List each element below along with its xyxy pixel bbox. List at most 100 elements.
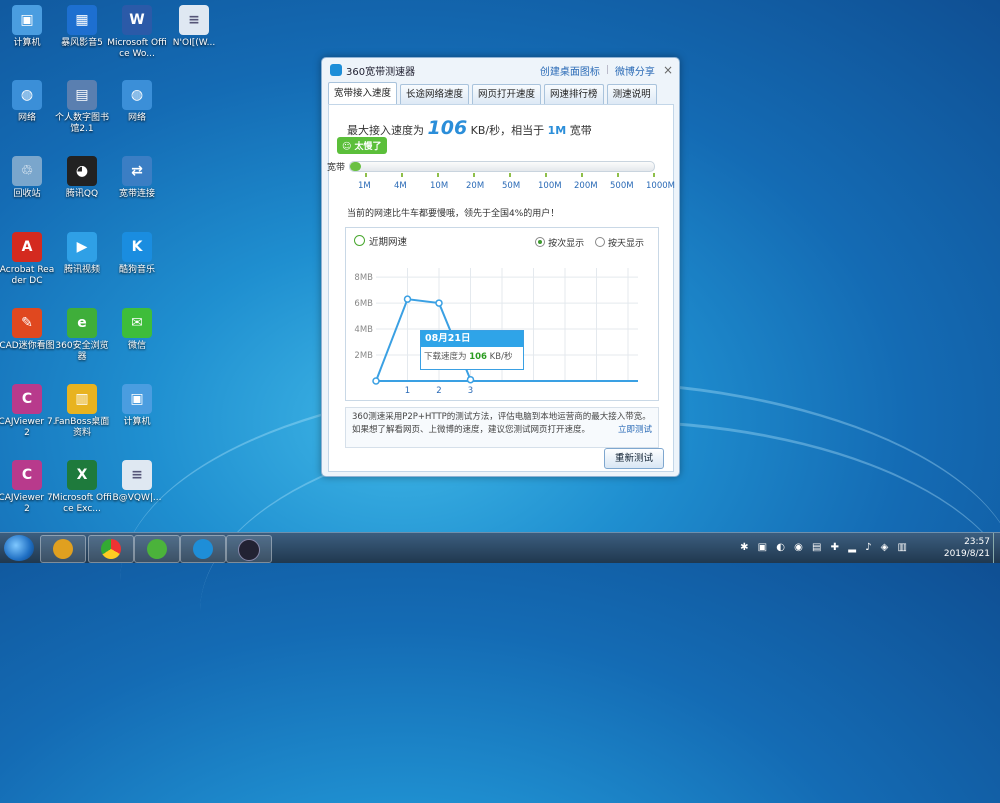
- start-button[interactable]: [4, 535, 34, 561]
- desktop-icon[interactable]: ✉ 微信: [107, 308, 167, 352]
- desktop-icon[interactable]: e 360安全浏览器: [52, 308, 112, 363]
- taskbar-app-player[interactable]: [226, 535, 272, 563]
- equiv-suffix: 宽带: [569, 124, 592, 137]
- desktop-icon[interactable]: C CAJViewer 7.2: [0, 384, 57, 439]
- desktop-icon[interactable]: A Acrobat Reader DC: [0, 232, 57, 287]
- scale-tick: [545, 173, 547, 177]
- create-shortcut-link[interactable]: 创建桌面图标: [540, 63, 600, 78]
- retest-button[interactable]: 重新测试: [604, 448, 664, 469]
- title-bar[interactable]: 360宽带测速器 创建桌面图标 | 微博分享 ×: [322, 58, 679, 82]
- desktop-icon-label: CAJViewer 7.2: [0, 417, 56, 438]
- clock-date: 2019/8/21: [943, 549, 990, 559]
- desktop-icon[interactable]: ≡ B@VQW|...: [107, 460, 167, 504]
- scale-tick: [617, 173, 619, 177]
- app-icon: ▦: [67, 5, 97, 35]
- desktop-icon[interactable]: ⇄ 宽带连接: [107, 156, 167, 200]
- max-speed-unit: KB/秒，相当于: [470, 124, 545, 137]
- window-title: 360宽带测速器: [346, 66, 416, 78]
- taskbar-clock[interactable]: 23:57 2019/8/21: [944, 536, 990, 560]
- scale-label: 100M: [538, 181, 562, 191]
- tab-long-distance[interactable]: 长途网络速度: [400, 84, 470, 104]
- y-tick-label: 4MB: [354, 325, 373, 335]
- speed-comparison-note: 当前的网速比牛车都要慢哦，领先于全国4%的用户！: [347, 209, 560, 219]
- clock-time: 23:57: [964, 537, 990, 547]
- desktop-icon[interactable]: ◕ 腾讯QQ: [52, 156, 112, 200]
- desktop-icon[interactable]: ▶ 腾讯视频: [52, 232, 112, 276]
- scale-label: 4M: [394, 181, 407, 191]
- desktop-icon[interactable]: ◍ 网络: [107, 80, 167, 124]
- tab-help[interactable]: 测速说明: [606, 84, 657, 104]
- chrome-icon: [101, 539, 121, 559]
- scale-tick: [581, 173, 583, 177]
- desktop-icon[interactable]: ♲ 回收站: [0, 156, 57, 200]
- data-point: [466, 375, 475, 384]
- scale-label: 50M: [502, 181, 521, 191]
- desktop-icon-label: B@VQW|...: [112, 493, 162, 503]
- max-speed-prefix: 最大接入速度为: [347, 124, 424, 137]
- app-icon: ✎: [12, 308, 42, 338]
- test-now-link[interactable]: 立即测试: [618, 424, 652, 437]
- taskbar-app-speedtest[interactable]: [180, 535, 226, 563]
- scale-label: 1M: [358, 181, 371, 191]
- bar-label: 宽带: [327, 163, 346, 173]
- desktop-icon-label: Microsoft Office Wo...: [107, 38, 167, 59]
- tooltip-body: 下载速度为 106 KB/秒: [421, 347, 523, 362]
- show-desktop-button[interactable]: [993, 533, 1000, 563]
- desktop-icon-label: CAD迷你看图: [0, 341, 55, 351]
- taskbar-app-360-browser[interactable]: [134, 535, 180, 563]
- app-icon: C: [12, 460, 42, 490]
- desktop-icon[interactable]: ▦ 暴风影音5: [52, 5, 112, 49]
- tab-bar: 宽带接入速度 长途网络速度 网页打开速度 网速排行榜 测速说明: [322, 82, 679, 104]
- scale-tick: [365, 173, 367, 177]
- app-icon: X: [67, 460, 97, 490]
- app-icon: ▣: [122, 384, 152, 414]
- desktop-icon[interactable]: C CAJViewer 7.2: [0, 460, 57, 515]
- y-tick-label: 8MB: [354, 273, 373, 283]
- tab-access-speed[interactable]: 宽带接入速度: [328, 82, 398, 104]
- y-tick-label: 2MB: [354, 351, 373, 361]
- desktop-icon-label: 酷狗音乐: [118, 265, 155, 275]
- desktop-icon[interactable]: ✎ CAD迷你看图: [0, 308, 57, 352]
- tooltip-unit: KB/秒: [489, 352, 513, 362]
- scale-tick: [653, 173, 655, 177]
- scale-label: 500M: [610, 181, 634, 191]
- app-icon: ✉: [122, 308, 152, 338]
- max-speed-line: 最大接入速度为 106 KB/秒，相当于 1M 宽带: [347, 117, 592, 139]
- desktop-icon[interactable]: ▣ 计算机: [0, 5, 57, 49]
- app-icon: ▥: [67, 384, 97, 414]
- tooltip-date: 08月21日: [421, 331, 523, 347]
- desktop-icon[interactable]: K 酷狗音乐: [107, 232, 167, 276]
- desktop-icon-label: 个人数字图书馆2.1: [54, 113, 109, 134]
- close-icon[interactable]: ×: [663, 63, 673, 77]
- x-tick-label: 1: [405, 386, 410, 396]
- info-line-2: 如果想了解看网页、上微博的速度，建议您测试网页打开速度。: [352, 425, 591, 435]
- weibo-share-link[interactable]: 微博分享: [615, 63, 655, 78]
- desktop-icon-label: 宽带连接: [118, 189, 155, 199]
- system-tray-icons[interactable]: ✱ ▣ ◐ ◉ ▤ ✚ ▂ ♪ ◈ ▥: [740, 542, 910, 553]
- app-icon: ▣: [12, 5, 42, 35]
- app-icon: ≡: [179, 5, 209, 35]
- speedtest-icon: [193, 539, 213, 559]
- tab-ranking[interactable]: 网速排行榜: [544, 84, 604, 104]
- taskbar-app-360[interactable]: [40, 535, 86, 563]
- taskbar-app-chrome[interactable]: [88, 535, 134, 563]
- scale-tick: [473, 173, 475, 177]
- desktop-icon[interactable]: ◍ 网络: [0, 80, 57, 124]
- desktop-icon[interactable]: ▤ 个人数字图书馆2.1: [52, 80, 112, 135]
- app-360-icon: [53, 539, 73, 559]
- player-icon: [238, 539, 260, 561]
- desktop-icon-label: Acrobat Reader DC: [0, 265, 55, 286]
- desktop-icon-label: 网络: [17, 113, 36, 123]
- desktop-icon-label: 腾讯视频: [63, 265, 100, 275]
- app-icon: ◍: [122, 80, 152, 110]
- desktop-icon[interactable]: ▥ FanBoss桌面资料: [52, 384, 112, 439]
- desktop-icon[interactable]: W Microsoft Office Wo...: [107, 5, 167, 60]
- speed-bar-fill: [350, 162, 361, 171]
- desktop-icon-label: 腾讯QQ: [65, 189, 99, 199]
- desktop-icon[interactable]: X Microsoft Office Exc...: [52, 460, 112, 515]
- equiv-bandwidth: 1M: [547, 124, 567, 137]
- desktop-icon[interactable]: ▣ 计算机: [107, 384, 167, 428]
- desktop-icon[interactable]: ≡ N'OI[(W...: [164, 5, 224, 49]
- tooltip-text: 下载速度为: [424, 352, 467, 362]
- tab-webpage-speed[interactable]: 网页打开速度: [472, 84, 542, 104]
